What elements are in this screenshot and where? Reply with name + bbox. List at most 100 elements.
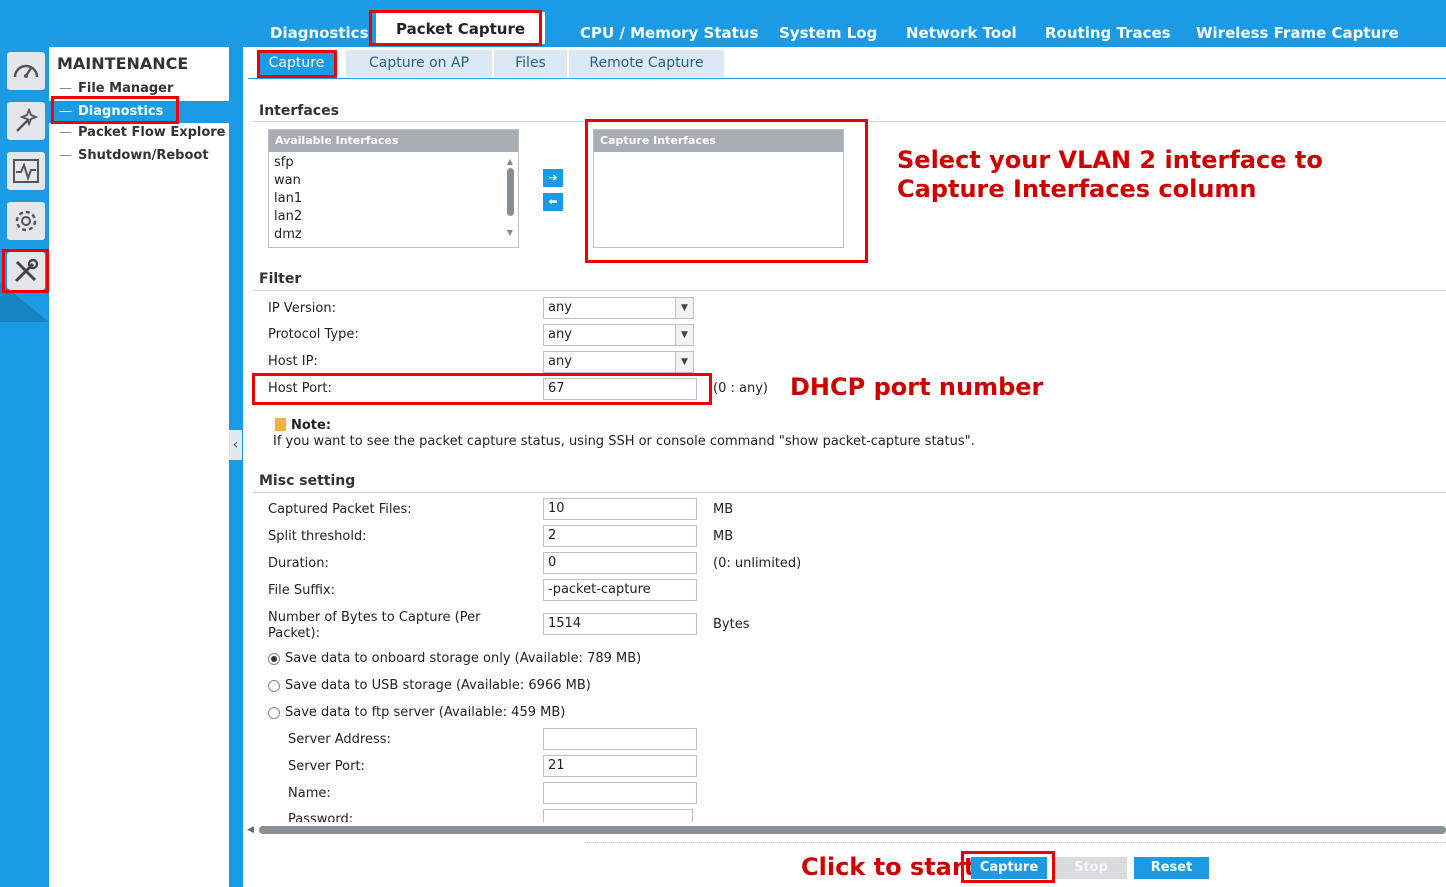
ip-version-label: IP Version: bbox=[268, 301, 336, 316]
collapse-sidebar-button[interactable]: ‹ bbox=[229, 430, 242, 460]
highlight-maintenance-icon bbox=[2, 249, 49, 293]
protocol-type-select[interactable]: any bbox=[543, 324, 677, 346]
menu-title: MAINTENANCE bbox=[57, 54, 189, 73]
icon-rail bbox=[0, 47, 49, 887]
tab-system-log[interactable]: System Log bbox=[779, 24, 877, 42]
password-input[interactable] bbox=[543, 809, 693, 822]
note-title: Note: bbox=[291, 418, 332, 433]
split-threshold-unit: MB bbox=[713, 529, 734, 544]
host-ip-select[interactable]: any bbox=[543, 351, 677, 373]
highlight-capture-button bbox=[961, 851, 1055, 883]
annotation-interface-line1: Select your VLAN 2 interface to bbox=[897, 146, 1323, 174]
duration-input[interactable]: 0 bbox=[543, 552, 697, 574]
captured-files-label: Captured Packet Files: bbox=[268, 502, 412, 517]
section-filter: Filter bbox=[259, 271, 302, 287]
wizard-icon[interactable] bbox=[7, 102, 45, 140]
server-address-input[interactable] bbox=[543, 728, 697, 750]
ftp-server-label: Save data to ftp server (Available: 459 … bbox=[285, 705, 566, 720]
ip-version-select[interactable]: any bbox=[543, 297, 677, 319]
host-ip-label: Host IP: bbox=[268, 354, 318, 369]
sidebar-divider bbox=[229, 47, 243, 887]
list-item[interactable]: wan bbox=[269, 172, 518, 190]
chevron-down-icon[interactable]: ▼ bbox=[675, 351, 694, 373]
captured-files-input[interactable]: 10 bbox=[543, 498, 697, 520]
list-item[interactable]: dmz bbox=[269, 226, 518, 244]
server-port-input[interactable]: 21 bbox=[543, 755, 697, 777]
available-interfaces-list[interactable]: Available Interfaces sfp wan lan1 lan2 d… bbox=[268, 129, 519, 248]
host-port-hint: (0 : any) bbox=[713, 381, 768, 396]
chevron-down-icon[interactable]: ▼ bbox=[675, 297, 694, 319]
duration-unit: (0: unlimited) bbox=[713, 556, 802, 571]
highlight-packet-capture-tab bbox=[369, 10, 542, 46]
note-icon bbox=[275, 418, 286, 431]
name-input[interactable] bbox=[543, 782, 697, 804]
onboard-storage-radio[interactable] bbox=[268, 653, 280, 665]
subtab-capture-on-ap[interactable]: Capture on AP bbox=[346, 50, 492, 77]
top-nav-bar: Diagnostics Packet Capture CPU / Memory … bbox=[0, 0, 1446, 47]
sidebar-item-shutdown-reboot[interactable]: — Shutdown/Reboot bbox=[57, 148, 229, 163]
sidebar-item-packet-flow-explore[interactable]: — Packet Flow Explore bbox=[57, 125, 229, 140]
duration-label: Duration: bbox=[268, 556, 329, 571]
gear-icon[interactable] bbox=[7, 202, 45, 240]
reset-button[interactable]: Reset bbox=[1134, 857, 1209, 879]
move-right-button[interactable]: ➔ bbox=[543, 169, 563, 187]
tab-wireless-frame-capture[interactable]: Wireless Frame Capture bbox=[1196, 24, 1399, 42]
bytes-input[interactable]: 1514 bbox=[543, 613, 697, 635]
list-scrollbar[interactable]: ▲ ▼ bbox=[505, 157, 515, 243]
list-item[interactable]: lan1 bbox=[269, 190, 518, 208]
tab-cpu-memory-status[interactable]: CPU / Memory Status bbox=[580, 24, 758, 42]
scroll-down-icon[interactable]: ▼ bbox=[505, 228, 515, 237]
usb-storage-radio[interactable] bbox=[268, 680, 280, 692]
name-label: Name: bbox=[288, 786, 331, 801]
move-left-button[interactable]: ⬅ bbox=[543, 193, 563, 211]
sidebar-item-label: Packet Flow Explore bbox=[78, 125, 226, 140]
tab-diagnostics[interactable]: Diagnostics bbox=[270, 24, 369, 42]
password-row-clip: Password: bbox=[243, 808, 1446, 822]
highlight-diagnostics-item bbox=[51, 96, 179, 124]
highlight-capture-subtab bbox=[257, 50, 337, 78]
tab-network-tool[interactable]: Network Tool bbox=[906, 24, 1017, 42]
available-interfaces-header: Available Interfaces bbox=[269, 130, 518, 152]
ftp-server-radio[interactable] bbox=[268, 707, 280, 719]
list-item[interactable]: sfp bbox=[269, 154, 518, 172]
sidebar-item-file-manager[interactable]: — File Manager bbox=[57, 81, 229, 96]
footer-divider bbox=[585, 842, 1446, 844]
note-text: If you want to see the packet capture st… bbox=[273, 434, 975, 449]
highlight-host-port bbox=[252, 373, 712, 405]
section-divider bbox=[253, 492, 1446, 493]
subtab-underline bbox=[248, 78, 1446, 79]
file-suffix-label: File Suffix: bbox=[268, 583, 336, 598]
highlight-capture-interfaces bbox=[585, 119, 868, 263]
bytes-label-line1: Number of Bytes to Capture (Per bbox=[268, 610, 481, 625]
file-suffix-input[interactable]: -packet-capture bbox=[543, 579, 697, 601]
password-label: Password: bbox=[288, 812, 354, 822]
scroll-left-icon[interactable]: ◀ bbox=[247, 825, 254, 835]
section-interfaces: Interfaces bbox=[259, 103, 339, 119]
scroll-thumb[interactable] bbox=[506, 168, 514, 216]
server-address-label: Server Address: bbox=[288, 732, 391, 747]
annotation-port: DHCP port number bbox=[790, 373, 1044, 401]
subtab-files[interactable]: Files bbox=[494, 50, 567, 77]
annotation-interface-line2: Capture Interfaces column bbox=[897, 175, 1257, 203]
sidebar-item-label: Shutdown/Reboot bbox=[78, 148, 209, 163]
subtab-remote-capture[interactable]: Remote Capture bbox=[569, 50, 724, 77]
sidebar-item-label: File Manager bbox=[78, 81, 174, 96]
captured-files-unit: MB bbox=[713, 502, 734, 517]
list-item[interactable]: lan2 bbox=[269, 208, 518, 226]
section-misc-setting: Misc setting bbox=[259, 473, 356, 489]
chevron-down-icon[interactable]: ▼ bbox=[675, 324, 694, 346]
scroll-up-icon[interactable]: ▲ bbox=[505, 157, 515, 166]
protocol-type-label: Protocol Type: bbox=[268, 327, 359, 342]
bytes-label-line2: Packet): bbox=[268, 626, 320, 641]
annotation-start: Click to start bbox=[801, 853, 976, 881]
horizontal-scrollbar[interactable] bbox=[259, 826, 1446, 834]
bytes-unit: Bytes bbox=[713, 617, 750, 632]
split-threshold-input[interactable]: 2 bbox=[543, 525, 697, 547]
dashboard-icon[interactable] bbox=[7, 52, 45, 90]
sidebar-menu: MAINTENANCE — File Manager — Diagnostics —… bbox=[49, 47, 229, 887]
stop-button[interactable]: Stop bbox=[1055, 857, 1127, 879]
server-port-label: Server Port: bbox=[288, 759, 365, 774]
tab-routing-traces[interactable]: Routing Traces bbox=[1045, 24, 1171, 42]
monitor-icon[interactable] bbox=[7, 152, 45, 190]
onboard-storage-label: Save data to onboard storage only (Avail… bbox=[285, 651, 642, 666]
